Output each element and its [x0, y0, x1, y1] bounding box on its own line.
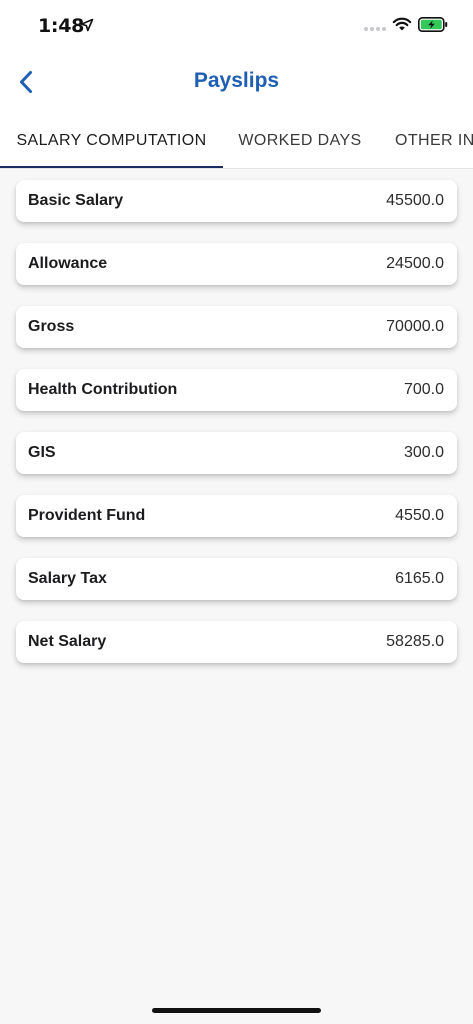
item-label: Provident Fund [28, 507, 146, 524]
item-label: Gross [28, 318, 75, 335]
list-item: Provident Fund 4550.0 [16, 495, 457, 537]
tab-salary-computation[interactable]: SALARY COMPUTATION [0, 112, 223, 168]
tab-bar: SALARY COMPUTATION WORKED DAYS OTHER INI [0, 112, 473, 169]
status-time: 1:48 [38, 15, 85, 37]
battery-charging-icon [418, 17, 448, 32]
tab-worked-days[interactable]: WORKED DAYS [223, 112, 377, 168]
item-label: Salary Tax [28, 570, 107, 587]
salary-computation-list: Basic Salary 45500.0 Allowance 24500.0 G… [16, 180, 457, 684]
list-item: Health Contribution 700.0 [16, 369, 457, 411]
item-value: 24500.0 [386, 255, 444, 272]
active-tab-indicator [0, 166, 223, 168]
list-item: GIS 300.0 [16, 432, 457, 474]
item-label: Net Salary [28, 633, 107, 650]
item-value: 45500.0 [386, 192, 444, 209]
item-value: 700.0 [403, 381, 444, 398]
list-item: Net Salary 58285.0 [16, 621, 457, 663]
status-bar: 1:48 [0, 0, 473, 52]
item-value: 70000.0 [386, 318, 444, 335]
item-label: Basic Salary [28, 192, 124, 209]
item-value: 6165.0 [395, 570, 444, 587]
nav-bar: Payslips [0, 52, 473, 112]
location-arrow-icon [80, 18, 94, 32]
cellular-signal-icon [364, 27, 386, 31]
wifi-icon [392, 17, 412, 31]
list-item: Allowance 24500.0 [16, 243, 457, 285]
item-label: GIS [28, 444, 56, 461]
list-item: Basic Salary 45500.0 [16, 180, 457, 222]
item-value: 300.0 [403, 444, 444, 461]
page-title: Payslips [193, 69, 280, 92]
tab-other-inputs[interactable]: OTHER INI [395, 112, 473, 168]
item-value: 4550.0 [395, 507, 444, 524]
list-item: Salary Tax 6165.0 [16, 558, 457, 600]
item-value: 58285.0 [386, 633, 444, 650]
home-indicator[interactable] [152, 1008, 321, 1013]
item-label: Allowance [28, 255, 108, 272]
list-item: Gross 70000.0 [16, 306, 457, 348]
item-label: Health Contribution [28, 381, 178, 398]
